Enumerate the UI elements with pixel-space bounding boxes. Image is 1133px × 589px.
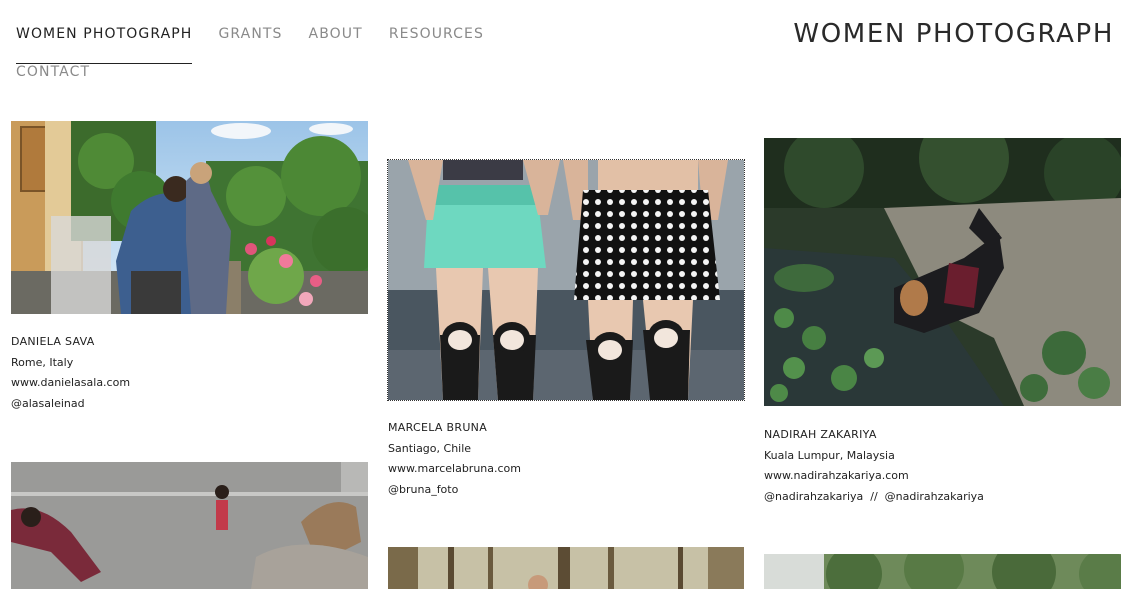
photographer-location: Kuala Lumpur, Malaysia: [764, 448, 895, 462]
site-title-logo[interactable]: WOMEN PHOTOGRAPH: [793, 19, 1114, 49]
photographer-name: NADIRAH ZAKARIYA: [764, 428, 877, 441]
photo-nadirah-zakariya[interactable]: [764, 138, 1121, 406]
photo-row2-col1[interactable]: [11, 462, 368, 589]
photographer-social-link[interactable]: @bruna_foto: [388, 480, 521, 501]
nav-women-photograph[interactable]: WOMEN PHOTOGRAPH: [16, 26, 193, 64]
nav-about[interactable]: ABOUT: [309, 26, 363, 64]
caption-nadirah-zakariya: NADIRAH ZAKARIYA Kuala Lumpur, Malaysia …: [764, 425, 984, 507]
photographer-location: Rome, Italy: [11, 355, 74, 369]
photographer-website-link[interactable]: www.nadirahzakariya.com: [764, 466, 984, 487]
nav-grants[interactable]: GRANTS: [218, 26, 282, 64]
photographer-social-link[interactable]: @nadirahzakariya // @nadirahzakariya: [764, 487, 984, 508]
photographer-website-link[interactable]: www.danielasala.com: [11, 373, 130, 394]
photographer-website-link[interactable]: www.marcelabruna.com: [388, 459, 521, 480]
photo-daniela-sava[interactable]: [11, 121, 368, 314]
photographer-name: DANIELA SAVA: [11, 335, 95, 348]
photographer-name: MARCELA BRUNA: [388, 421, 488, 434]
photographer-social-link[interactable]: @alasaleinad: [11, 394, 130, 415]
caption-marcela-bruna: MARCELA BRUNA Santiago, Chile www.marcel…: [388, 418, 521, 500]
photo-row2-col2[interactable]: [388, 547, 744, 589]
nav-resources[interactable]: RESOURCES: [389, 26, 484, 64]
photo-marcela-bruna[interactable]: [387, 159, 745, 401]
photographer-location: Santiago, Chile: [388, 441, 472, 455]
photo-row2-col3[interactable]: [764, 554, 1121, 589]
nav-contact[interactable]: CONTACT: [16, 64, 90, 102]
main-nav: WOMEN PHOTOGRAPH GRANTS ABOUT RESOURCES …: [16, 26, 536, 102]
caption-daniela-sava: DANIELA SAVA Rome, Italy www.danielasala…: [11, 332, 130, 414]
